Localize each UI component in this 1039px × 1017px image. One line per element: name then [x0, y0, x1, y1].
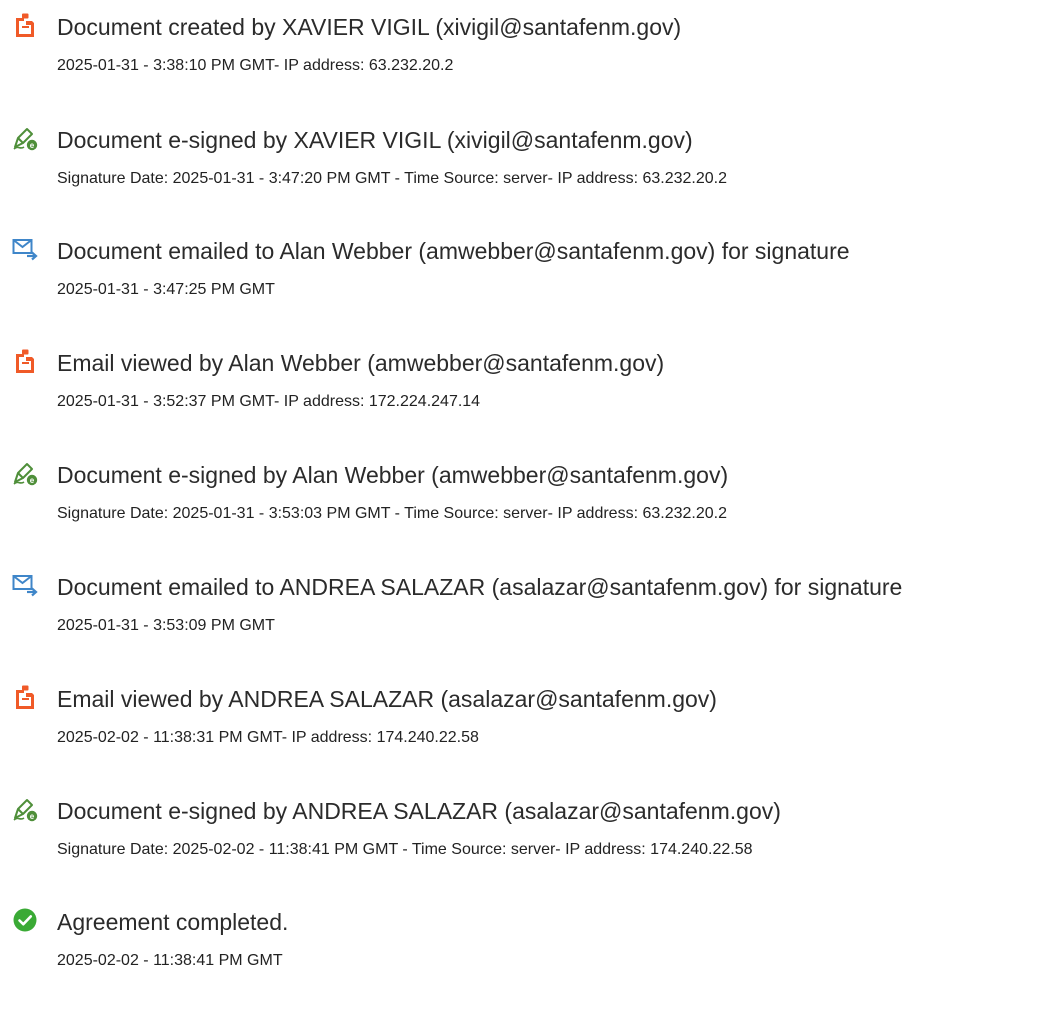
svg-text:e: e: [30, 141, 35, 150]
event-title: Document e-signed by Alan Webber (amwebb…: [57, 462, 729, 488]
event-detail: 2025-02-02 - 11:38:31 PM GMT- IP address…: [57, 729, 479, 746]
event-detail: 2025-01-31 - 3:53:09 PM GMT: [57, 617, 275, 634]
agreement-completed-icon: [12, 907, 38, 933]
e-sign-pen-icon: e: [12, 460, 38, 486]
event-title: Agreement completed.: [57, 909, 289, 935]
event-title: Document e-signed by XAVIER VIGIL (xivig…: [57, 127, 693, 153]
audit-event: Email viewed by Alan Webber (amwebber@sa…: [0, 348, 1039, 458]
event-title: Document emailed to Alan Webber (amwebbe…: [57, 238, 850, 264]
event-detail: Signature Date: 2025-01-31 - 3:53:03 PM …: [57, 505, 727, 522]
audit-event: Email viewed by ANDREA SALAZAR (asalazar…: [0, 684, 1039, 794]
event-title: Email viewed by Alan Webber (amwebber@sa…: [57, 350, 665, 376]
audit-event: e Document e-signed by ANDREA SALAZAR (a…: [0, 796, 1039, 906]
audit-event: e Document e-signed by Alan Webber (amwe…: [0, 460, 1039, 570]
document-created-icon: [12, 12, 38, 38]
email-sent-icon: [12, 236, 38, 262]
event-detail: 2025-01-31 - 3:52:37 PM GMT- IP address:…: [57, 393, 481, 410]
event-detail: 2025-02-02 - 11:38:41 PM GMT: [57, 952, 283, 969]
audit-event: Document emailed to ANDREA SALAZAR (asal…: [0, 572, 1039, 682]
audit-event: Agreement completed. 2025-02-02 - 11:38:…: [0, 907, 1039, 1017]
event-detail: Signature Date: 2025-02-02 - 11:38:41 PM…: [57, 841, 753, 858]
audit-event: e Document e-signed by XAVIER VIGIL (xiv…: [0, 125, 1039, 235]
e-sign-pen-icon: e: [12, 125, 38, 151]
event-title: Document e-signed by ANDREA SALAZAR (asa…: [57, 798, 781, 824]
event-detail: Signature Date: 2025-01-31 - 3:47:20 PM …: [57, 170, 727, 187]
audit-event: Document emailed to Alan Webber (amwebbe…: [0, 236, 1039, 346]
email-viewed-icon: [12, 684, 38, 710]
event-detail: 2025-01-31 - 3:47:25 PM GMT: [57, 281, 275, 298]
audit-event: Document created by XAVIER VIGIL (xivigi…: [0, 12, 1039, 122]
svg-text:e: e: [30, 476, 35, 485]
email-sent-icon: [12, 572, 38, 598]
email-viewed-icon: [12, 348, 38, 374]
event-detail: 2025-01-31 - 3:38:10 PM GMT- IP address:…: [57, 57, 454, 74]
svg-text:e: e: [30, 812, 35, 821]
e-sign-pen-icon: e: [12, 796, 38, 822]
event-title: Document created by XAVIER VIGIL (xivigi…: [57, 14, 682, 40]
event-title: Email viewed by ANDREA SALAZAR (asalazar…: [57, 686, 717, 712]
event-title: Document emailed to ANDREA SALAZAR (asal…: [57, 574, 903, 600]
